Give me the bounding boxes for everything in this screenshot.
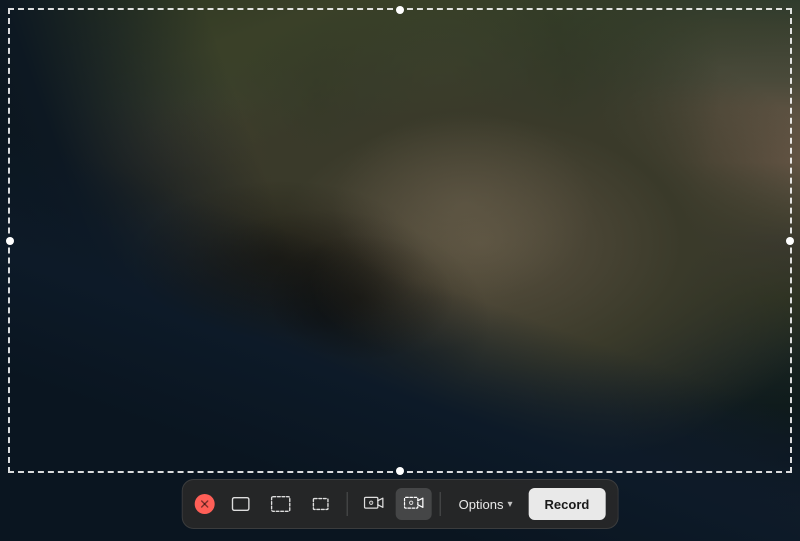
options-label: Options: [459, 497, 504, 512]
record-label: Record: [545, 497, 590, 512]
divider-2: [440, 492, 441, 516]
divider-1: [347, 492, 348, 516]
options-button[interactable]: Options ▾: [449, 488, 523, 520]
capture-screen-button[interactable]: [263, 488, 299, 520]
screenshot-container: Options ▾ Record: [0, 0, 800, 541]
record-screen-button[interactable]: [356, 488, 392, 520]
capture-selection-button[interactable]: [303, 488, 339, 520]
rocks-layer-3: [0, 0, 800, 541]
record-button[interactable]: Record: [529, 488, 606, 520]
close-button[interactable]: [195, 494, 215, 514]
capture-window-button[interactable]: [223, 488, 259, 520]
options-chevron-icon: ▾: [507, 499, 512, 510]
toolbar: Options ▾ Record: [182, 479, 619, 529]
record-selection-button[interactable]: [396, 488, 432, 520]
